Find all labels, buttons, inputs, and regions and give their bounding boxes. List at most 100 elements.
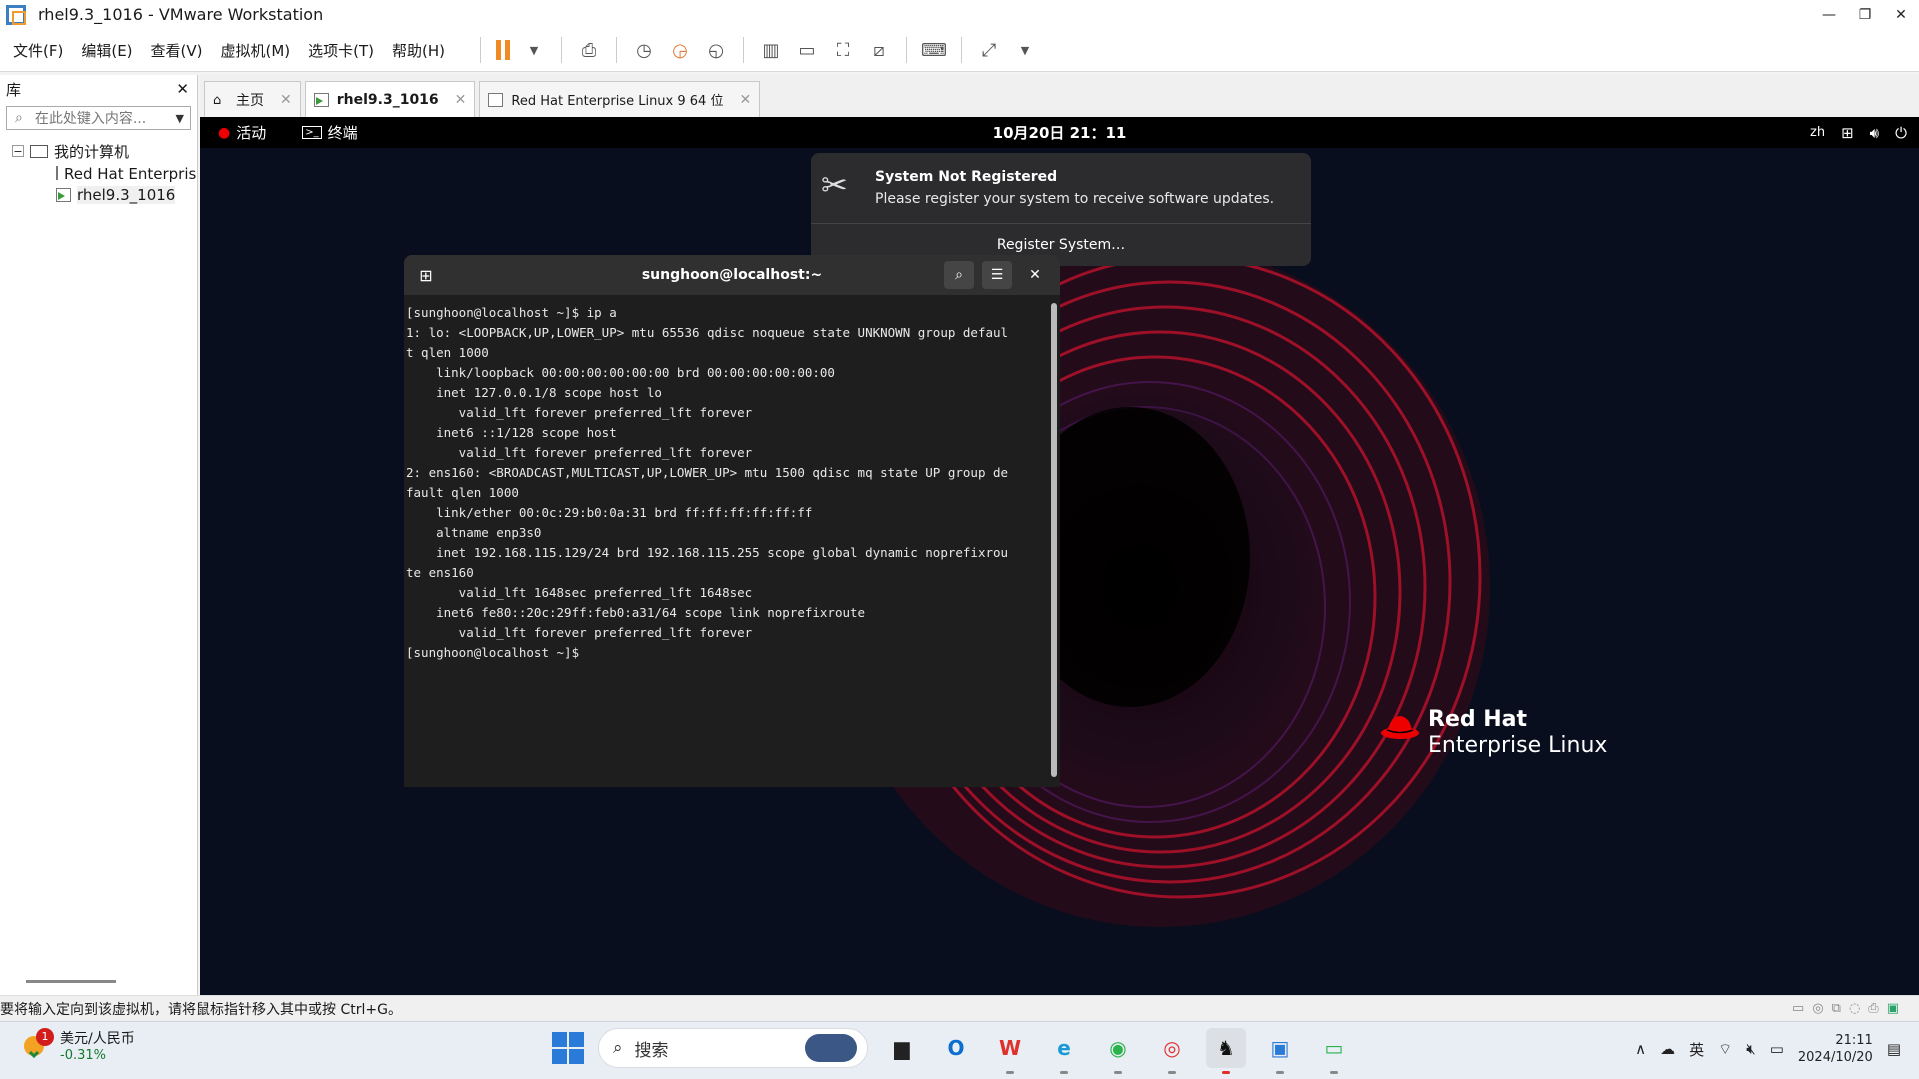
taskbar-search-box[interactable]: ⌕ 搜索 <box>598 1028 868 1068</box>
close-icon[interactable]: ✕ <box>739 92 751 108</box>
battery-icon[interactable]: ▭ <box>1770 1040 1784 1058</box>
library-scrollbar[interactable] <box>26 980 116 983</box>
taskbar-time: 21:11 <box>1835 1033 1873 1048</box>
pause-dropdown-icon[interactable]: ▼ <box>521 37 547 63</box>
volume-icon[interactable]: 🔊︎ <box>1870 124 1879 142</box>
tree-item-label: Red Hat Enterprise Linux 9 64 位 <box>64 164 197 183</box>
terminal-app-label: 终端 <box>327 124 358 142</box>
volume-muted-icon[interactable]: 🔇︎ <box>1746 1040 1755 1058</box>
onedrive-icon[interactable]: ☁ <box>1660 1040 1675 1058</box>
tree-node-vm[interactable]: rhel9.3_1016 <box>0 184 197 206</box>
tab-label: 主页 <box>236 92 264 109</box>
tab-home[interactable]: ⌂ 主页 ✕ <box>204 81 301 117</box>
terminal-line: valid_lft forever preferred_lft forever <box>406 445 753 460</box>
hamburger-menu-icon[interactable]: ☰ <box>982 261 1012 289</box>
terminal-line: te ens160 <box>406 565 474 580</box>
chevron-down-icon[interactable]: ▼ <box>176 112 184 125</box>
network-icon[interactable]: ⊞ <box>1841 124 1854 142</box>
menu-bar: 文件(F) 编辑(E) 查看(V) 虚拟机(M) 选项卡(T) 帮助(H) ▼ … <box>0 29 1919 72</box>
tab-rhel93[interactable]: rhel9.3_1016 ✕ <box>304 81 476 117</box>
terminal-icon: >_ <box>302 126 322 139</box>
menu-tabs[interactable]: 选项卡(T) <box>308 40 374 61</box>
stretch-dropdown-icon[interactable]: ▼ <box>1012 37 1038 63</box>
notification-body: Please register your system to receive s… <box>875 191 1275 207</box>
ime-indicator[interactable]: 英 <box>1689 1039 1704 1060</box>
edge-icon[interactable]: e <box>1044 1028 1084 1074</box>
notification-center-icon[interactable]: ▤ <box>1887 1040 1901 1058</box>
remote-desktop-icon[interactable]: ▭ <box>1314 1028 1354 1074</box>
vm-icon <box>56 166 58 180</box>
tree-node-vm[interactable]: Red Hat Enterprise Linux 9 64 位 <box>0 162 197 184</box>
terminal-line: [sunghoon@localhost ~]$ ip a <box>406 305 617 320</box>
vm-running-icon <box>56 188 71 202</box>
library-view-icon[interactable]: ▥ <box>758 37 784 63</box>
cd-icon[interactable]: ◎ <box>1812 1001 1823 1016</box>
close-icon[interactable]: ✕ <box>280 92 292 108</box>
notification-banner[interactable]: ✂ System Not Registered Please register … <box>811 153 1311 266</box>
stretch-icon[interactable]: ⤢ <box>976 37 1002 63</box>
redhat-logo: Red Hat Enterprise Linux <box>1380 707 1607 759</box>
menu-view[interactable]: 查看(V) <box>151 40 203 61</box>
vmware-icon[interactable]: ▣ <box>1260 1028 1300 1074</box>
terminal-header[interactable]: ⊞ sunghoon@localhost:~ ⌕ ☰ ✕ <box>404 255 1060 295</box>
terminal-window[interactable]: ⊞ sunghoon@localhost:~ ⌕ ☰ ✕ [sunghoon@l… <box>404 255 1060 787</box>
thumbnail-view-icon[interactable]: ▭ <box>794 37 820 63</box>
printer-icon[interactable]: ⎙ <box>1868 1001 1878 1016</box>
terminal-line: altname enp3s0 <box>406 525 542 540</box>
collapse-icon[interactable]: − <box>12 145 24 158</box>
menu-vm[interactable]: 虚拟机(M) <box>221 40 291 61</box>
restore-button[interactable]: ❐ <box>1847 0 1883 29</box>
outlook-icon[interactable]: O <box>936 1028 976 1068</box>
file-explorer-icon[interactable]: ▆ <box>882 1028 922 1068</box>
new-tab-icon[interactable]: ⊞ <box>412 261 440 289</box>
wifi-icon[interactable]: ⌔ <box>1718 1040 1732 1059</box>
input-method-indicator[interactable]: zh <box>1810 125 1825 140</box>
activities-button[interactable]: ● 活动 <box>218 122 266 143</box>
taskbar-clock[interactable]: 21:11 2024/10/20 <box>1798 1032 1873 1066</box>
minimize-button[interactable]: — <box>1811 0 1847 29</box>
qq-icon[interactable]: ♞ <box>1206 1028 1246 1074</box>
menu-help[interactable]: 帮助(H) <box>392 40 445 61</box>
library-search-input[interactable]: ⌕ 在此处键入内容... ▼ <box>6 106 191 130</box>
terminal-output[interactable]: [sunghoon@localhost ~]$ ip a 1: lo: <LOOP… <box>404 295 1060 663</box>
gnome-clock[interactable]: 10月20日 21：11 <box>200 122 1919 143</box>
hard-disk-icon[interactable]: ▭ <box>1792 1001 1804 1016</box>
search-icon[interactable]: ⌕ <box>944 261 974 289</box>
snapshot-icon[interactable]: ◷ <box>631 37 657 63</box>
close-button[interactable]: ✕ <box>1883 0 1919 29</box>
message-icon[interactable]: ▣ <box>1887 1001 1899 1016</box>
chevron-up-icon[interactable]: ∧ <box>1635 1040 1646 1058</box>
unity-icon[interactable]: ⧄ <box>866 37 892 63</box>
console-view-icon[interactable]: ⌨ <box>921 37 947 63</box>
library-close-icon[interactable]: ✕ <box>176 80 189 98</box>
widgets-button[interactable]: 1 美元/人民币 -0.31% <box>22 1027 135 1063</box>
weibo-icon[interactable]: ◎ <box>1152 1028 1192 1074</box>
windows-start-icon[interactable] <box>552 1032 584 1064</box>
revert-snapshot-icon[interactable]: ◶ <box>667 37 693 63</box>
full-screen-icon[interactable]: ⛶ <box>830 37 856 63</box>
widget-title: 美元/人民币 <box>60 1031 135 1047</box>
tab-bar: ⌂ 主页 ✕ rhel9.3_1016 ✕ Red Hat Enterprise… <box>200 75 1919 117</box>
library-tree: − 我的计算机 Red Hat Enterprise Linux 9 64 位 … <box>0 140 197 206</box>
taskbar-date: 2024/10/20 <box>1797 1050 1873 1065</box>
menu-file[interactable]: 文件(F) <box>13 40 63 61</box>
terminal-scrollbar[interactable] <box>1051 303 1057 777</box>
wechat-icon[interactable]: ◉ <box>1098 1028 1138 1074</box>
close-icon[interactable]: ✕ <box>1020 261 1050 289</box>
menu-edit[interactable]: 编辑(E) <box>81 40 132 61</box>
usb-icon[interactable]: ◌ <box>1849 1001 1860 1016</box>
tree-node-my-computer[interactable]: − 我的计算机 <box>0 140 197 162</box>
tab-rhel9[interactable]: Red Hat Enterprise Linux 9 64 位 ✕ <box>479 81 761 117</box>
search-icon: ⌕ <box>15 110 23 126</box>
power-icon[interactable]: ⏻ <box>1895 124 1907 142</box>
close-icon[interactable]: ✕ <box>455 92 467 108</box>
network-adapter-icon[interactable]: ⧉ <box>1832 1001 1841 1016</box>
send-ctrl-alt-del-icon[interactable]: ⎙ <box>576 37 602 63</box>
tree-root-label: 我的计算机 <box>54 142 130 161</box>
wps-icon[interactable]: W <box>990 1028 1030 1074</box>
pause-icon[interactable] <box>490 37 516 63</box>
vm-display[interactable]: ● 活动 >_ 终端 10月20日 21：11 zh ⊞ 🔊︎ ⏻ ✂ Syst… <box>200 117 1919 995</box>
terminal-app-menu[interactable]: >_ 终端 <box>302 122 358 143</box>
snapshot-manager-icon[interactable]: ◵ <box>703 37 729 63</box>
tab-label: Red Hat Enterprise Linux 9 64 位 <box>511 94 724 109</box>
